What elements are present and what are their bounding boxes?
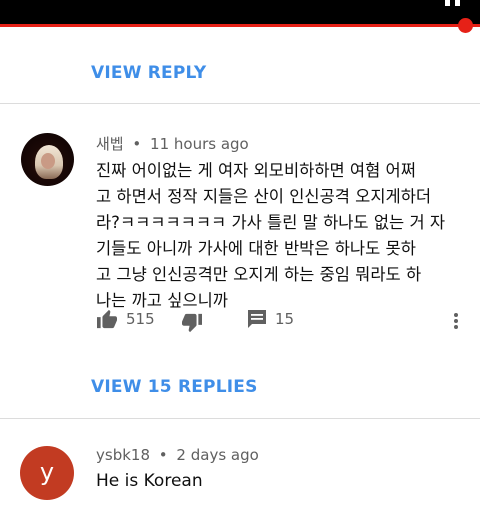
pause-icon[interactable] bbox=[443, 0, 463, 6]
reply-count: 15 bbox=[275, 310, 295, 328]
more-vert-icon[interactable] bbox=[450, 311, 462, 331]
comment-author[interactable]: 새벱 bbox=[96, 135, 124, 153]
video-player-bar[interactable] bbox=[0, 0, 480, 24]
progress-scrubber-handle[interactable] bbox=[458, 18, 473, 33]
avatar[interactable] bbox=[21, 133, 74, 186]
comment-line: 기들도 아니까 가사에 대한 반박은 하나도 못하 bbox=[96, 239, 416, 258]
comment-author[interactable]: ysbk18 bbox=[96, 446, 150, 464]
comment-line: 고 하면서 정작 지들은 산이 인신공격 오지게하더 bbox=[96, 187, 432, 206]
like-count: 515 bbox=[126, 310, 155, 328]
comment-meta: ysbk18 • 2 days ago bbox=[96, 446, 259, 464]
view-reply-link[interactable]: VIEW REPLY bbox=[91, 63, 206, 83]
meta-separator: • bbox=[158, 446, 168, 464]
view-replies-link[interactable]: VIEW 15 REPLIES bbox=[91, 377, 258, 397]
like-button[interactable]: 515 bbox=[96, 309, 155, 329]
meta-separator: • bbox=[132, 135, 142, 153]
comment-line: 고 그냥 인신공격만 오지게 하는 중임 뭐라도 하 bbox=[96, 265, 422, 284]
comment-meta: 새벱 • 11 hours ago bbox=[96, 133, 249, 154]
comment-divider bbox=[0, 418, 480, 419]
comment-line: 라?ㅋㅋㅋㅋㅋㅋㅋ 가사 틀린 말 하나도 없는 거 자 bbox=[96, 213, 446, 232]
avatar[interactable]: y bbox=[20, 446, 74, 500]
comment-divider bbox=[0, 103, 480, 104]
comment-line: 진짜 어이없는 게 여자 외모비하하면 여혐 어쩌 bbox=[96, 161, 416, 180]
thumbs-up-icon bbox=[97, 309, 117, 329]
comment-icon bbox=[248, 310, 266, 328]
comment-timestamp: 2 days ago bbox=[176, 446, 259, 464]
comment-body: He is Korean bbox=[96, 471, 203, 491]
comment-timestamp: 11 hours ago bbox=[150, 135, 249, 153]
comment-body: 진짜 어이없는 게 여자 외모비하하면 여혐 어쩌 고 하면서 정작 지들은 산… bbox=[96, 158, 466, 314]
video-progress-bar[interactable] bbox=[0, 24, 480, 27]
dislike-button[interactable] bbox=[181, 313, 203, 333]
thumbs-down-icon bbox=[182, 313, 202, 333]
replies-button[interactable]: 15 bbox=[247, 309, 294, 329]
